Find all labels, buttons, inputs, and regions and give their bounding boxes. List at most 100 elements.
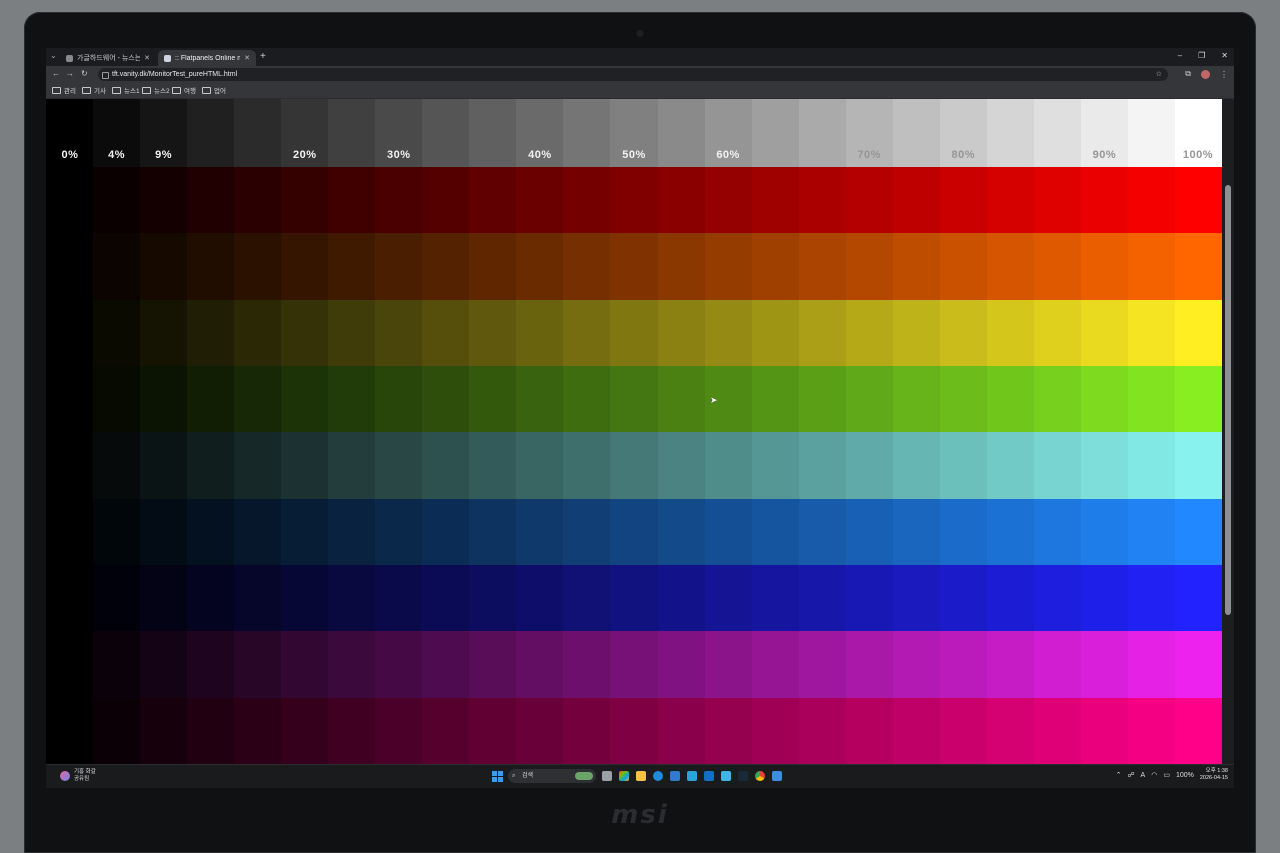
copilot-icon[interactable] [619,771,629,781]
gradient-cell [328,233,376,300]
webcam [636,30,644,37]
mail-icon[interactable] [687,771,697,781]
network-icon[interactable]: ☍ [1127,771,1134,779]
battery-icon[interactable]: ▭ [1163,771,1170,779]
photos-icon[interactable] [721,771,731,781]
bookmark-folder[interactable]: 기사 [82,85,106,95]
gradient-cell [234,697,282,764]
gradient-cell [892,233,941,300]
reload-icon[interactable]: ↻ [81,69,88,78]
bookmark-folder[interactable]: 업어 [202,85,226,95]
gradient-cell [516,697,564,764]
gradient-cell [516,299,564,366]
taskbar-search[interactable]: ⌕ 검색 [508,769,596,783]
wifi-icon[interactable]: ◠ [1151,771,1157,779]
store-icon[interactable] [670,771,680,781]
gradient-cell [798,366,847,433]
gradient-cell [986,498,1035,565]
bookmark-star-icon[interactable]: ☆ [1156,68,1162,81]
gradient-cell [1033,366,1082,433]
gradient-cell [798,432,847,499]
new-tab-icon[interactable]: + [260,51,266,62]
gradient-cell [234,498,282,565]
gradient-cell [845,498,894,565]
gradient-cell [563,233,611,300]
bookmark-folder[interactable]: 관리 [52,85,76,95]
outlook-icon[interactable] [704,771,714,781]
gradient-cell [281,697,329,764]
bookmark-folder[interactable]: 뉴스2 [142,85,170,95]
chrome-icon[interactable] [755,771,765,781]
gradient-cell [657,498,706,565]
tab-search-icon[interactable]: ⌄ [50,51,57,60]
site-info-icon[interactable] [102,72,109,79]
gradient-cell [610,631,658,698]
gradient-cell [610,432,658,499]
gradient-cell [187,565,235,632]
edge-icon[interactable] [653,771,663,781]
folder-icon [52,86,61,94]
windows-start-icon[interactable] [492,771,503,782]
gradient-cell [610,498,658,565]
close-tab-icon[interactable]: ✕ [244,54,250,62]
magenta-gradient-row [46,631,1222,698]
clock[interactable]: 오후 1:38 2026-04-15 [1200,768,1228,782]
gradient-cell [375,233,423,300]
gradient-cell [845,631,894,698]
gradient-cell [516,167,564,234]
minimize-icon[interactable]: – [1178,51,1182,60]
gradient-cell [422,167,470,234]
snipping-tool-icon[interactable] [772,771,782,781]
profile-avatar[interactable] [1201,69,1210,79]
vertical-scrollbar[interactable] [1222,99,1234,764]
gradient-cell [1127,233,1176,300]
gradient-cell [892,565,941,632]
weather-icon [60,771,70,781]
forward-icon[interactable]: → [66,69,74,78]
gradient-cell [93,565,141,632]
gradient-cell [563,498,611,565]
percent-label: 100% [1182,149,1214,161]
gradient-cell [751,697,800,764]
gradient-cell [140,565,188,632]
gradient-cell [798,233,847,300]
gradient-cell [516,631,564,698]
address-bar[interactable]: tft.vanity.dk/MonitorTest_pureHTML.html … [98,68,1168,81]
close-tab-icon[interactable]: ✕ [144,54,150,62]
gradient-cell [469,697,517,764]
search-placeholder: 검색 [522,773,534,779]
gradient-cell [1080,432,1129,499]
gradient-cell [328,299,376,366]
browser-tab-1[interactable]: 가글하드웨어 - 뉴스는 가글 ✕ [60,50,156,66]
file-explorer-icon[interactable] [636,771,646,781]
gradient-cell [469,167,517,234]
task-view-icon[interactable] [602,771,612,781]
system-tray: ⌃ ☍ A ◠ ▭ 100% 오후 1:38 2026-04-15 [1116,768,1228,782]
gradient-cell [657,366,706,433]
menu-icon[interactable]: ⋮ [1220,70,1228,79]
tab-title: :: Flatpanels Online monitor te [175,54,240,62]
gradient-cell [469,99,517,167]
steam-icon[interactable] [738,771,748,781]
gradient-cell [46,498,94,565]
gradient-cell [422,366,470,433]
bookmark-folder[interactable]: 뉴스1 [112,85,140,95]
browser-tab-2[interactable]: :: Flatpanels Online monitor te ✕ [158,50,256,66]
weather-widget[interactable]: 기흥 화갈 공유됨 [60,769,96,783]
gradient-cell [657,167,706,234]
gradient-cell [1080,299,1129,366]
bookmark-folder[interactable]: 여행 [172,85,196,95]
chevron-up-icon[interactable]: ⌃ [1116,771,1122,779]
extensions-icon[interactable]: ⧉ [1185,69,1191,79]
weather-line2: 공유됨 [74,776,90,782]
restore-icon[interactable]: ❐ [1198,51,1205,60]
back-icon[interactable]: ← [52,69,60,78]
gradient-cell [516,366,564,433]
close-window-icon[interactable]: ✕ [1221,51,1228,60]
scrollbar-thumb[interactable] [1225,185,1231,615]
window-controls: – ❐ ✕ [1178,51,1228,60]
gradient-cell [469,233,517,300]
ime-indicator[interactable]: A [1141,772,1146,779]
percent-label: 80% [951,149,976,161]
gradient-cell [422,565,470,632]
